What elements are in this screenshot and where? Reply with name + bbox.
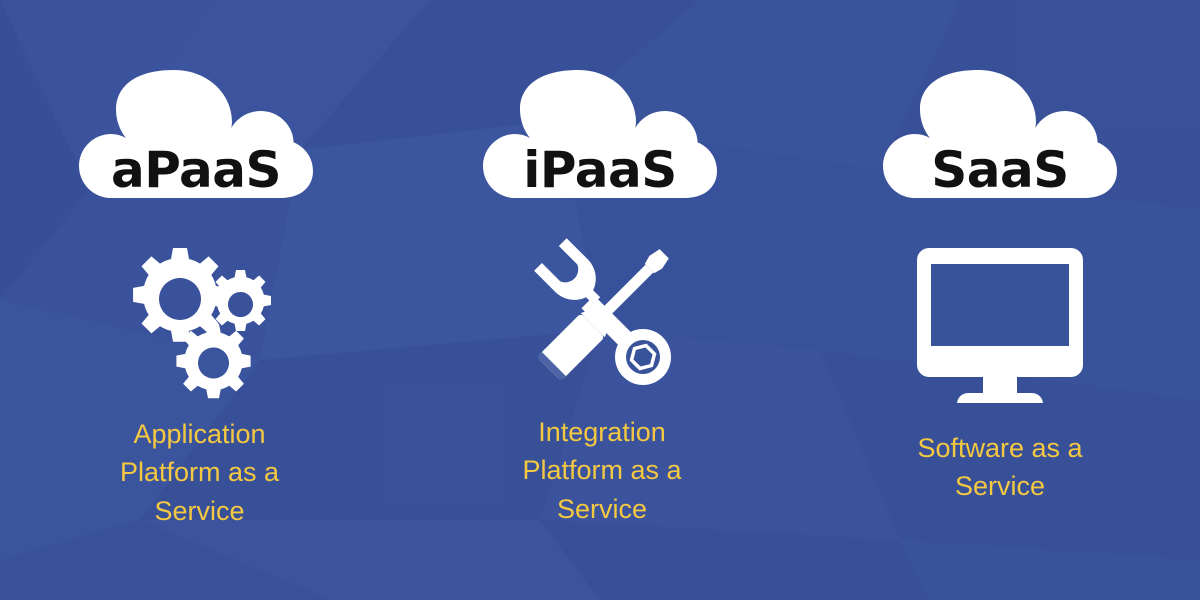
cloud-label-saas: SaaS [931,141,1069,199]
service-column-apaas: aPaaS Application Platform as a Service [0,0,400,600]
wrench-screwdriver-icon [517,234,687,399]
service-columns: aPaaS Application Platform as a Service … [0,0,1200,600]
cloud-badge-apaas: aPaaS [66,48,326,198]
gears-icon [115,240,285,405]
caption-apaas: Application Platform as a Service [119,419,280,526]
cloud-label-apaas: aPaaS [110,141,282,199]
monitor-icon [915,238,1085,403]
service-column-saas: SaaS Software as a Service [800,0,1200,600]
cloud-label-ipaas: iPaaS [523,141,677,199]
caption-ipaas: Integration Platform as a Service [522,417,682,524]
service-column-ipaas: iPaaS Integration Platform as a Service [400,0,800,600]
cloud-badge-saas: SaaS [870,48,1130,198]
cloud-badge-ipaas: iPaaS [470,48,730,198]
infographic-canvas: aPaaS Application Platform as a Service … [0,0,1200,600]
caption-saas: Software as a Service [917,433,1083,502]
